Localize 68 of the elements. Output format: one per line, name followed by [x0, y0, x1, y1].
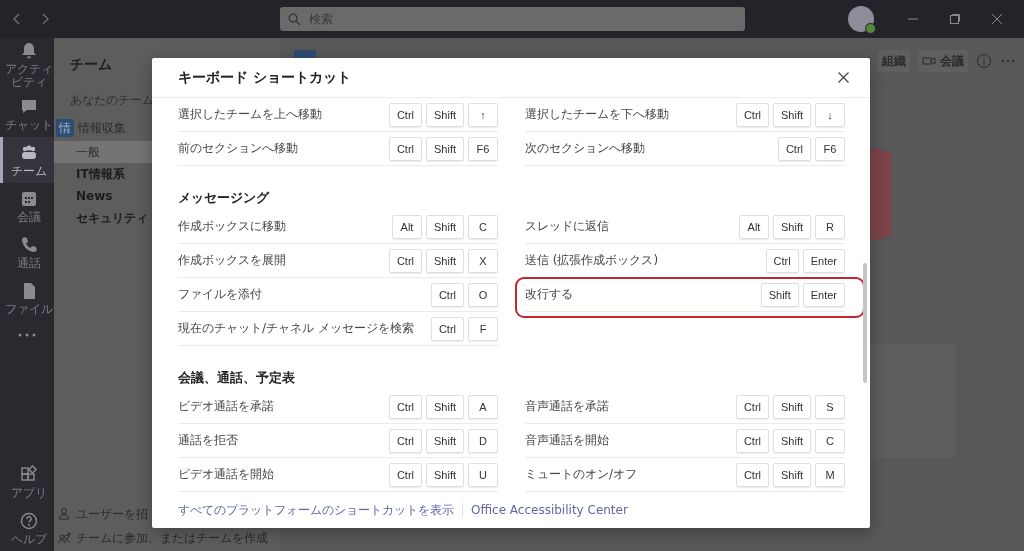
key-cap: Alt	[739, 214, 769, 239]
shortcut-label: スレッドに返信	[525, 218, 609, 235]
key-cap: Ctrl	[765, 248, 799, 273]
section-heading: メッセージング	[178, 188, 271, 207]
key-cap: Alt	[392, 214, 422, 239]
dialog-title: キーボード ショートカット	[178, 68, 351, 87]
shortcut-label: 改行する	[525, 286, 573, 303]
key-cap: C	[468, 214, 498, 239]
key-cap: Shift	[426, 102, 464, 127]
key-cap: Shift	[773, 428, 811, 453]
key-cap: ↑	[468, 102, 498, 127]
key-cap: Ctrl	[735, 428, 769, 453]
key-cap: Shift	[426, 214, 464, 239]
shortcut-label: ミュートのオン/オフ	[525, 466, 638, 483]
key-cap: Ctrl	[777, 136, 811, 161]
key-cap: A	[468, 394, 498, 419]
key-cap: O	[468, 282, 498, 307]
key-cap: Ctrl	[388, 136, 422, 161]
key-cap: U	[468, 462, 498, 487]
key-cap: Ctrl	[388, 102, 422, 127]
key-cap: S	[815, 394, 845, 419]
key-cap: Ctrl	[388, 248, 422, 273]
key-cap: Shift	[426, 462, 464, 487]
key-cap: R	[815, 214, 845, 239]
shortcut-label: ビデオ通話を承諾	[178, 398, 274, 415]
key-cap: Ctrl	[735, 102, 769, 127]
key-cap: M	[815, 462, 845, 487]
key-cap: Ctrl	[735, 462, 769, 487]
shortcut-label: 選択したチームを上へ移動	[178, 106, 322, 123]
key-cap: Shift	[760, 282, 799, 307]
key-cap: Ctrl	[388, 428, 422, 453]
key-cap: D	[468, 428, 498, 453]
shortcut-label: 音声通話を開始	[525, 432, 609, 449]
key-cap: Ctrl	[388, 394, 422, 419]
key-cap: Shift	[773, 214, 811, 239]
key-cap: Shift	[426, 248, 464, 273]
key-cap: F6	[468, 136, 498, 161]
key-cap: F	[468, 316, 498, 341]
key-cap: Shift	[773, 462, 811, 487]
key-cap: Ctrl	[735, 394, 769, 419]
key-cap: Ctrl	[430, 316, 464, 341]
key-cap: F6	[815, 136, 845, 161]
key-cap: Shift	[426, 428, 464, 453]
key-cap: X	[468, 248, 498, 273]
shortcut-label: ビデオ通話を開始	[178, 466, 274, 483]
shortcut-label: 作成ボックスを展開	[178, 252, 286, 269]
key-cap: Shift	[773, 102, 811, 127]
team-avatar: 情	[56, 119, 74, 137]
shortcut-label: 送信 (拡張作成ボックス)	[525, 252, 659, 269]
key-cap: Ctrl	[430, 282, 464, 307]
shortcut-label: 前のセクションへ移動	[178, 140, 298, 157]
shortcut-label: 音声通話を承諾	[525, 398, 609, 415]
shortcut-label: 選択したチームを下へ移動	[525, 106, 669, 123]
key-cap: Enter	[802, 282, 845, 307]
shortcut-label: 次のセクションへ移動	[525, 140, 645, 157]
section-heading: 会議、通話、予定表	[178, 368, 296, 387]
key-cap: Shift	[773, 394, 811, 419]
key-cap: C	[815, 428, 845, 453]
key-cap: Enter	[802, 248, 845, 273]
key-cap: ↓	[815, 102, 845, 127]
shortcut-label: 作成ボックスに移動	[178, 218, 286, 235]
key-cap: Shift	[426, 136, 464, 161]
key-cap: Shift	[426, 394, 464, 419]
panel-title: チーム	[70, 56, 112, 74]
key-cap: Ctrl	[388, 462, 422, 487]
shortcut-label: 通話を拒否	[178, 432, 238, 449]
shortcut-label: ファイルを添付	[178, 286, 262, 303]
shortcut-label: 現在のチャット/チャネル メッセージを検索	[178, 320, 414, 337]
